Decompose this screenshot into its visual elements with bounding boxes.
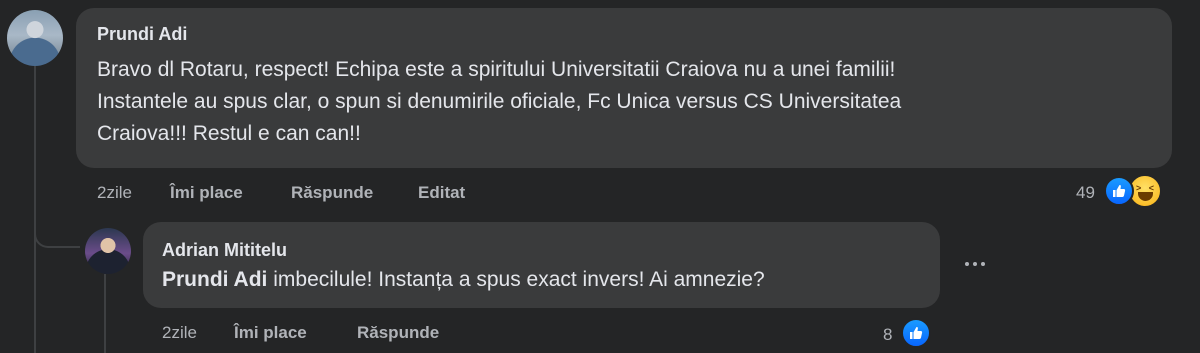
- reply-reaction-count[interactable]: 8: [883, 325, 892, 345]
- more-options-icon[interactable]: [958, 252, 992, 276]
- reply-like-button[interactable]: Îmi place: [234, 323, 307, 343]
- comment-author[interactable]: Prundi Adi: [97, 24, 187, 45]
- like-icon[interactable]: [901, 318, 931, 348]
- comment-line: Bravo dl Rotaru, respect! Echipa este a …: [97, 58, 896, 81]
- comment-line: Craiova!!! Restul e can can!!: [97, 122, 361, 145]
- like-button[interactable]: Îmi place: [170, 183, 243, 203]
- reply-thread-line: [104, 274, 106, 353]
- reply-body: imbecilule! Instanța a spus exact invers…: [267, 268, 765, 291]
- like-icon[interactable]: [1104, 176, 1134, 206]
- avatar[interactable]: [7, 10, 63, 66]
- edited-label[interactable]: Editat: [418, 183, 465, 203]
- reaction-count[interactable]: 49: [1076, 183, 1095, 203]
- reply-avatar[interactable]: [85, 228, 131, 274]
- reply-button[interactable]: Răspunde: [291, 183, 373, 203]
- comment-thread: Prundi Adi Bravo dl Rotaru, respect! Ech…: [0, 0, 1200, 353]
- reply-reply-button[interactable]: Răspunde: [357, 323, 439, 343]
- reply-author[interactable]: Adrian Mititelu: [162, 240, 287, 261]
- comment-timestamp[interactable]: 2zile: [97, 183, 132, 203]
- comment-text: Bravo dl Rotaru, respect! Echipa este a …: [97, 54, 1157, 150]
- comment-line: Instantele au spus clar, o spun si denum…: [97, 90, 902, 113]
- reply-timestamp[interactable]: 2zile: [162, 323, 197, 343]
- mention-link[interactable]: Prundi Adi: [162, 268, 267, 291]
- reply-text: Prundi Adi imbecilule! Instanța a spus e…: [162, 264, 765, 296]
- reply-connector: [34, 200, 80, 248]
